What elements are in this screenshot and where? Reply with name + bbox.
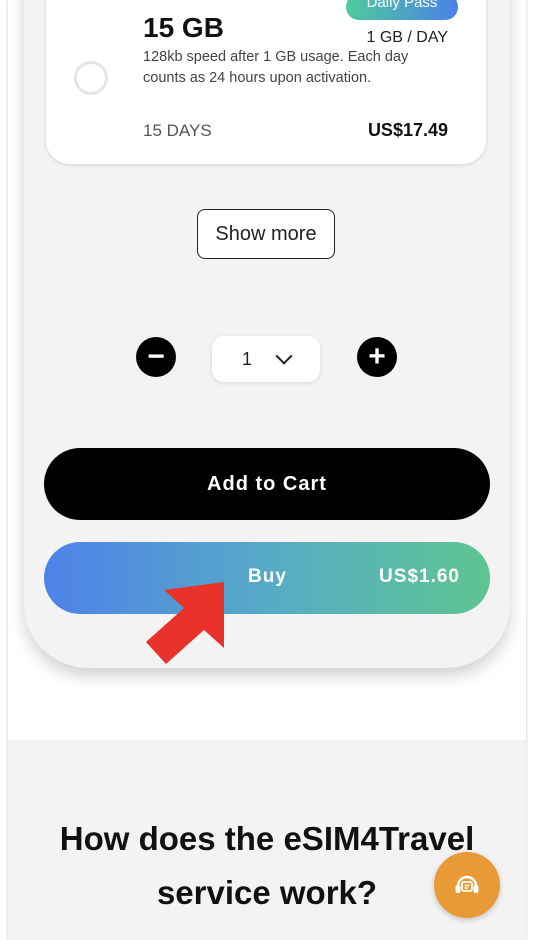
plan-radio-button[interactable] (74, 61, 108, 95)
buy-price: US$1.60 (379, 566, 460, 587)
buy-button[interactable]: Buy US$1.60 (44, 542, 490, 614)
add-to-cart-button[interactable]: Add to Cart (44, 448, 490, 520)
headset-chat-icon (455, 875, 479, 893)
quantity-increase-button[interactable]: + (357, 337, 397, 377)
plan-price: US$17.49 (367, 120, 448, 140)
plan-duration: 15 DAYS (143, 121, 212, 140)
plus-icon: + (368, 340, 386, 373)
quantity-select[interactable]: 1 (212, 336, 320, 382)
plan-data-amount: 15 GB (143, 12, 224, 43)
buy-label: Buy (248, 566, 287, 587)
plan-rate: 1 GB / DAY (366, 29, 448, 46)
red-arrow-icon (146, 582, 224, 664)
plan-badge: Daily Pass (346, 0, 458, 20)
show-more-button[interactable]: Show more (197, 209, 335, 259)
quantity-value: 1 (241, 348, 252, 369)
screen: Daily Pass 15 GB 1 GB / DAY 128kb speed … (8, 0, 526, 940)
add-to-cart-label: Add to Cart (207, 472, 327, 495)
minus-icon: − (147, 340, 165, 373)
support-chat-button[interactable] (434, 852, 500, 918)
chevron-down-icon (275, 347, 293, 365)
quantity-decrease-button[interactable]: − (136, 337, 176, 377)
plan-description: 128kb speed after 1 GB usage. Each day c… (143, 49, 409, 86)
